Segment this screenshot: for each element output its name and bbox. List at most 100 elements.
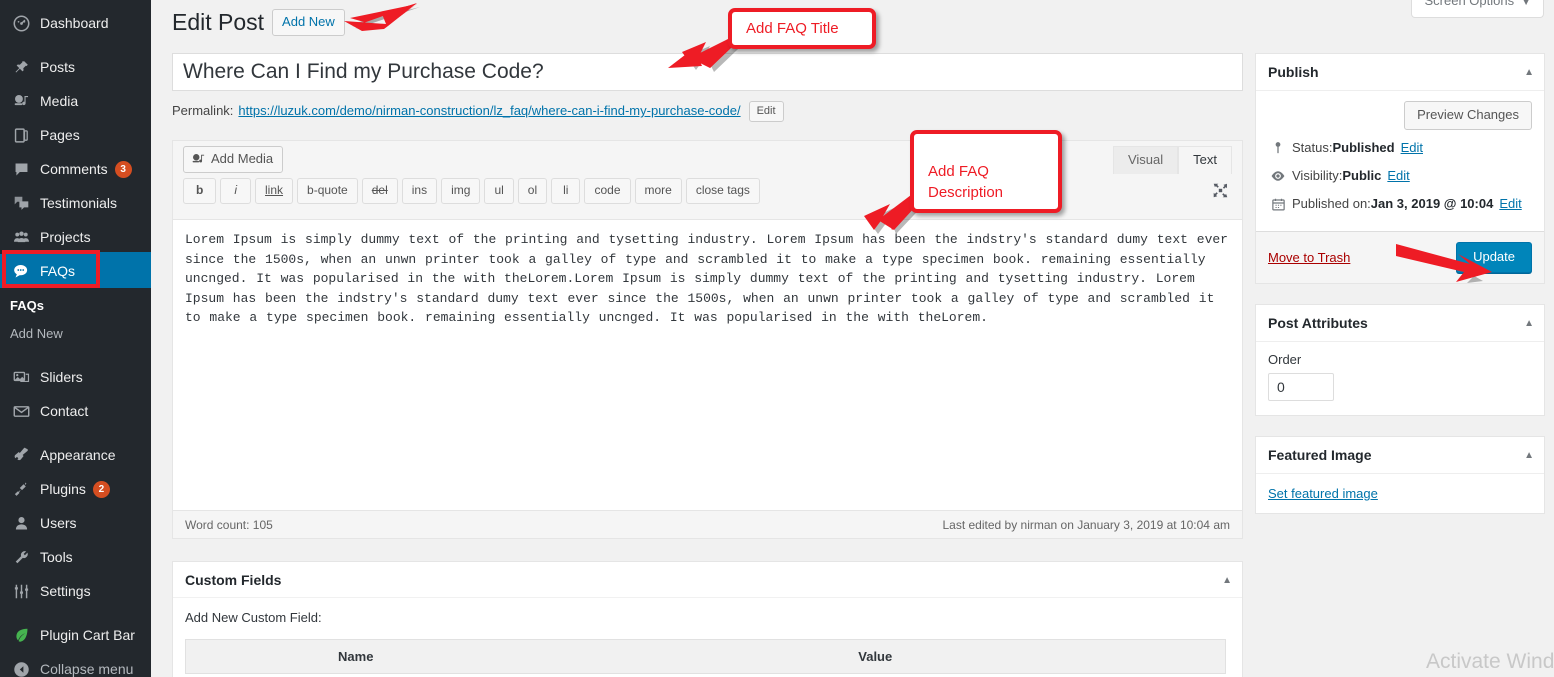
- fullscreen-icon[interactable]: [1208, 178, 1232, 202]
- add-media-button[interactable]: Add Media: [183, 146, 284, 173]
- sidebar-item-plugin-cart-bar[interactable]: Plugin Cart Bar: [0, 618, 151, 652]
- order-input[interactable]: [1268, 373, 1334, 401]
- permalink-link[interactable]: https://luzuk.com/demo/nirman-constructi…: [238, 100, 740, 122]
- status-edit-link[interactable]: Edit: [1401, 139, 1423, 157]
- featured-image-panel: Featured Image ▲ Set featured image: [1255, 436, 1545, 514]
- wordpress-admin-screen: Dashboard Posts Media Pages Comments 3 T…: [0, 0, 1554, 677]
- move-to-trash-link[interactable]: Move to Trash: [1268, 250, 1350, 265]
- qt-img-button[interactable]: img: [441, 178, 481, 204]
- qt-link-button[interactable]: link: [255, 178, 294, 204]
- sidebar-submenu-faqs[interactable]: FAQs: [0, 292, 151, 320]
- sidebar-collapse-menu[interactable]: Collapse menu: [0, 652, 151, 677]
- sidebar-item-tools[interactable]: Tools: [0, 540, 151, 574]
- qt-ol-button[interactable]: ol: [517, 178, 548, 204]
- chevron-up-icon[interactable]: ▲: [1222, 562, 1232, 598]
- chevron-up-icon[interactable]: ▲: [1524, 54, 1534, 91]
- sidebar-item-plugins[interactable]: Plugins 2: [0, 472, 151, 506]
- pin-icon: [10, 57, 32, 77]
- custom-fields-body: Add New Custom Field: Name Value: [173, 598, 1242, 677]
- tab-visual[interactable]: Visual: [1112, 146, 1179, 174]
- featured-image-title: Featured Image: [1268, 447, 1372, 463]
- chevron-up-icon[interactable]: ▲: [1524, 437, 1534, 474]
- column-header-value: Value: [525, 639, 1226, 674]
- sidebar-item-dashboard[interactable]: Dashboard: [0, 6, 151, 40]
- published-on-value: Jan 3, 2019 @ 10:04: [1370, 196, 1494, 211]
- visibility-edit-link[interactable]: Edit: [1387, 167, 1409, 185]
- sidebar-item-label: Contact: [40, 403, 89, 419]
- brush-icon: [10, 445, 32, 465]
- media-icon: [191, 152, 206, 167]
- chevron-down-icon: ▼: [1521, 0, 1531, 8]
- permalink-row: Permalink: https://luzuk.com/demo/nirman…: [172, 100, 784, 122]
- sidebar-item-label: Users: [40, 515, 77, 531]
- sidebar-item-posts[interactable]: Posts: [0, 50, 151, 84]
- sidebar-item-contact[interactable]: Contact: [0, 394, 151, 428]
- media-icon: [10, 91, 32, 111]
- sidebar-item-sliders[interactable]: Sliders: [0, 360, 151, 394]
- post-attributes-header: Post Attributes ▲: [1256, 305, 1544, 342]
- sidebar-item-label: Plugin Cart Bar: [40, 627, 135, 643]
- qt-close-tags-button[interactable]: close tags: [685, 178, 760, 204]
- chevron-up-icon[interactable]: ▲: [1524, 305, 1534, 342]
- sidebar-item-testimonials[interactable]: Testimonials: [0, 186, 151, 220]
- callout-text: Add FAQ Description: [928, 163, 1004, 201]
- qt-ins-button[interactable]: ins: [401, 178, 438, 204]
- sidebar-item-appearance[interactable]: Appearance: [0, 438, 151, 472]
- custom-fields-panel: Custom Fields ▲ Add New Custom Field: Na…: [172, 561, 1243, 677]
- column-header-name: Name: [185, 639, 526, 674]
- post-content-textarea[interactable]: Lorem Ipsum is simply dummy text of the …: [173, 220, 1242, 510]
- sidebar-item-label: Comments: [40, 161, 108, 177]
- sidebar-item-label: Plugins: [40, 481, 86, 497]
- pin-status-icon: [1268, 141, 1288, 155]
- visibility-value: Public: [1342, 168, 1382, 183]
- screen-options-button[interactable]: Screen Options ▼: [1411, 0, 1544, 18]
- page-title: Edit Post: [172, 9, 265, 35]
- visibility-prefix: Visibility:: [1292, 168, 1343, 183]
- qt-code-button[interactable]: code: [584, 178, 631, 204]
- publish-panel-header: Publish ▲: [1256, 54, 1544, 91]
- sidebar-submenu: FAQs Add New: [0, 292, 151, 348]
- preview-changes-button[interactable]: Preview Changes: [1404, 101, 1532, 130]
- qt-bquote-button[interactable]: b-quote: [297, 178, 358, 204]
- preview-row: Preview Changes: [1268, 101, 1532, 130]
- order-label: Order: [1268, 352, 1302, 367]
- published-on-edit-link[interactable]: Edit: [1499, 195, 1521, 213]
- sidebar-item-users[interactable]: Users: [0, 506, 151, 540]
- add-new-custom-field-label: Add New Custom Field:: [185, 610, 322, 625]
- sidebar-item-label: Pages: [40, 127, 80, 143]
- sidebar-item-label: Sliders: [40, 369, 83, 385]
- custom-fields-title: Custom Fields: [185, 571, 282, 588]
- sidebar-submenu-add-new[interactable]: Add New: [0, 320, 151, 348]
- sidebar-item-projects[interactable]: Projects: [0, 220, 151, 254]
- status-prefix: Status:: [1292, 140, 1333, 155]
- editor-content-area: Lorem Ipsum is simply dummy text of the …: [173, 219, 1242, 511]
- sidebar-item-media[interactable]: Media: [0, 84, 151, 118]
- qt-more-button[interactable]: more: [634, 178, 682, 204]
- set-featured-image-link[interactable]: Set featured image: [1268, 486, 1378, 501]
- plugins-count-badge: 2: [92, 480, 110, 498]
- tab-text[interactable]: Text: [1178, 146, 1232, 174]
- quicktags-toolbar: b i link b-quote del ins img ul ol li co…: [173, 178, 1242, 210]
- qt-bold-button[interactable]: b: [183, 178, 217, 204]
- sidebar-item-pages[interactable]: Pages: [0, 118, 151, 152]
- leaf-icon: [10, 625, 32, 645]
- projects-icon: [10, 227, 32, 247]
- post-editor: Add Media Visual Text b i link b-quote d…: [172, 140, 1243, 539]
- qt-italic-button[interactable]: i: [220, 178, 252, 204]
- page-icon: [10, 125, 32, 145]
- qt-li-button[interactable]: li: [551, 178, 581, 204]
- dashboard-icon: [10, 13, 32, 33]
- permalink-label: Permalink:: [172, 103, 234, 118]
- testimonial-icon: [10, 193, 32, 213]
- sidebar-item-settings[interactable]: Settings: [0, 574, 151, 608]
- post-attributes-panel: Post Attributes ▲ Order: [1255, 304, 1545, 416]
- custom-fields-header: Custom Fields ▲: [173, 562, 1242, 598]
- post-attributes-body: Order: [1256, 342, 1544, 415]
- permalink-edit-button[interactable]: Edit: [748, 100, 784, 122]
- eye-icon: [1268, 168, 1288, 184]
- qt-ul-button[interactable]: ul: [484, 178, 514, 204]
- editor-mode-tabs: Visual Text: [1112, 146, 1232, 174]
- calendar-icon: [1268, 197, 1288, 212]
- qt-del-button[interactable]: del: [361, 178, 398, 204]
- sidebar-item-comments[interactable]: Comments 3: [0, 152, 151, 186]
